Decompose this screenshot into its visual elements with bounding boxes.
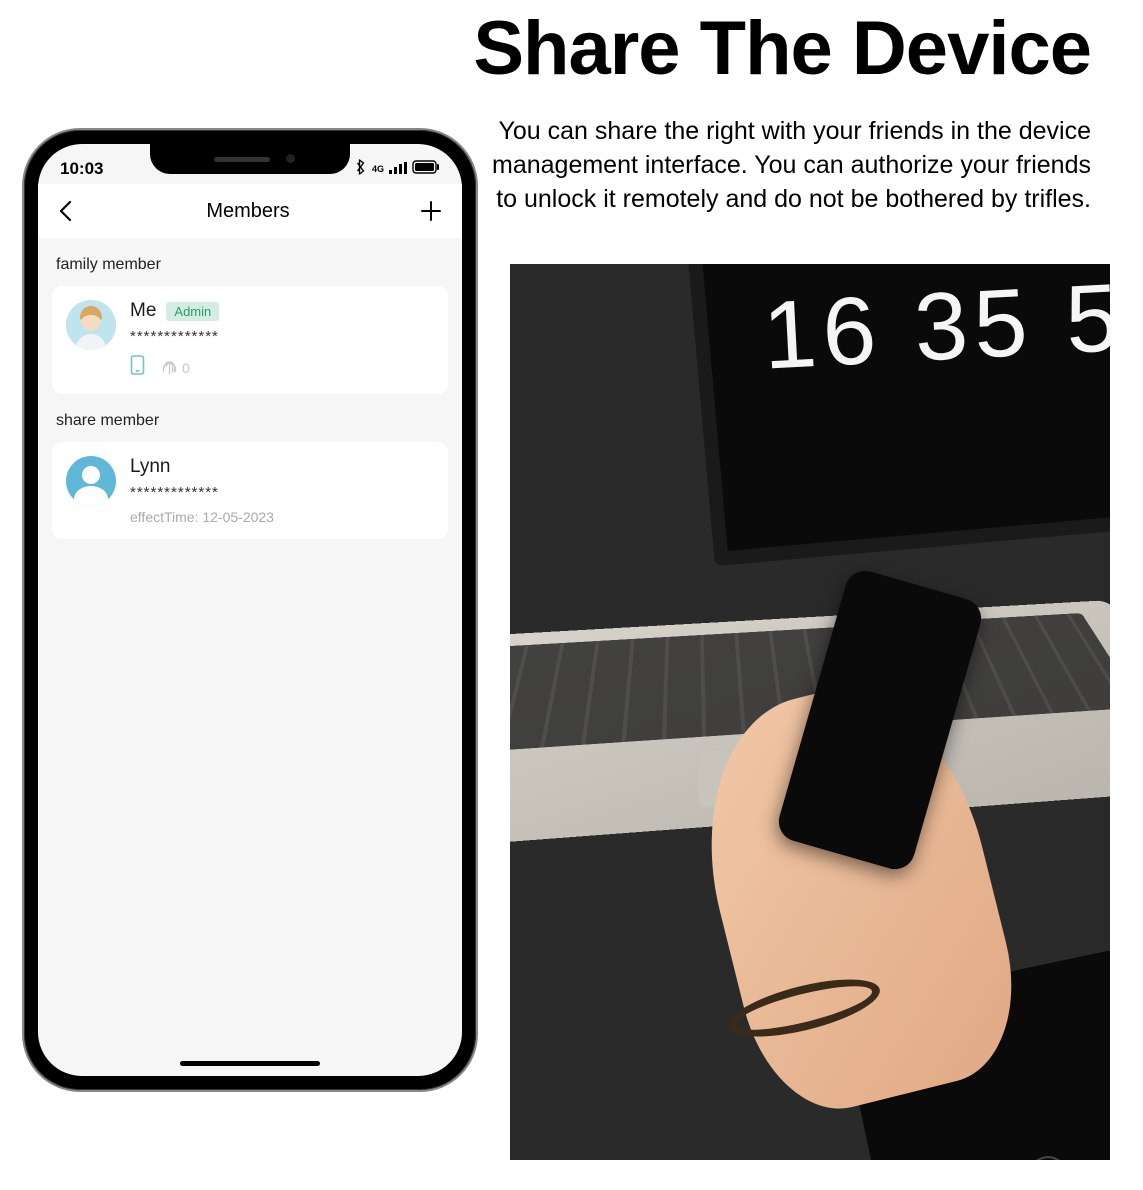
- page-description: You can share the right with your friend…: [471, 115, 1091, 216]
- status-time: 10:03: [60, 159, 103, 179]
- member-phone-masked: *************: [130, 328, 434, 345]
- family-member-card[interactable]: Me Admin ************* 0: [52, 286, 448, 394]
- battery-icon: [412, 159, 440, 179]
- nav-title: Members: [206, 200, 289, 223]
- network-label: 4G: [372, 165, 384, 174]
- lifestyle-photo: 16 35 53: [510, 264, 1110, 1160]
- family-section-label: family member: [52, 238, 448, 286]
- avatar: [66, 300, 116, 350]
- phone-notch: [150, 144, 350, 174]
- back-button[interactable]: [52, 198, 78, 224]
- phone-screen: 10:03 4G Members: [38, 144, 462, 1076]
- signal-icon: [389, 159, 407, 179]
- fingerprint-icon: 0: [161, 359, 190, 377]
- nav-bar: Members: [38, 184, 462, 238]
- home-indicator[interactable]: [180, 1061, 320, 1066]
- page-heading: Share The Device: [473, 5, 1091, 92]
- member-name: Me: [130, 300, 156, 322]
- add-member-button[interactable]: [418, 198, 444, 224]
- laptop-clock: 16 35 53: [760, 264, 1110, 392]
- member-phone-masked: *************: [130, 484, 434, 501]
- share-section-label: share member: [52, 394, 448, 442]
- fingerprint-count: 0: [182, 360, 190, 376]
- avatar: [66, 456, 116, 506]
- phone-frame: 10:03 4G Members: [24, 130, 476, 1090]
- admin-badge: Admin: [166, 302, 219, 321]
- bluetooth-icon: [354, 159, 367, 180]
- device-icon: [130, 355, 145, 380]
- share-member-card[interactable]: Lynn ************* effectTime: 12-05-202…: [52, 442, 448, 539]
- effect-time: effectTime: 12-05-2023: [130, 509, 434, 525]
- laptop-screen: 16 35 53: [687, 264, 1110, 566]
- member-name: Lynn: [130, 456, 171, 478]
